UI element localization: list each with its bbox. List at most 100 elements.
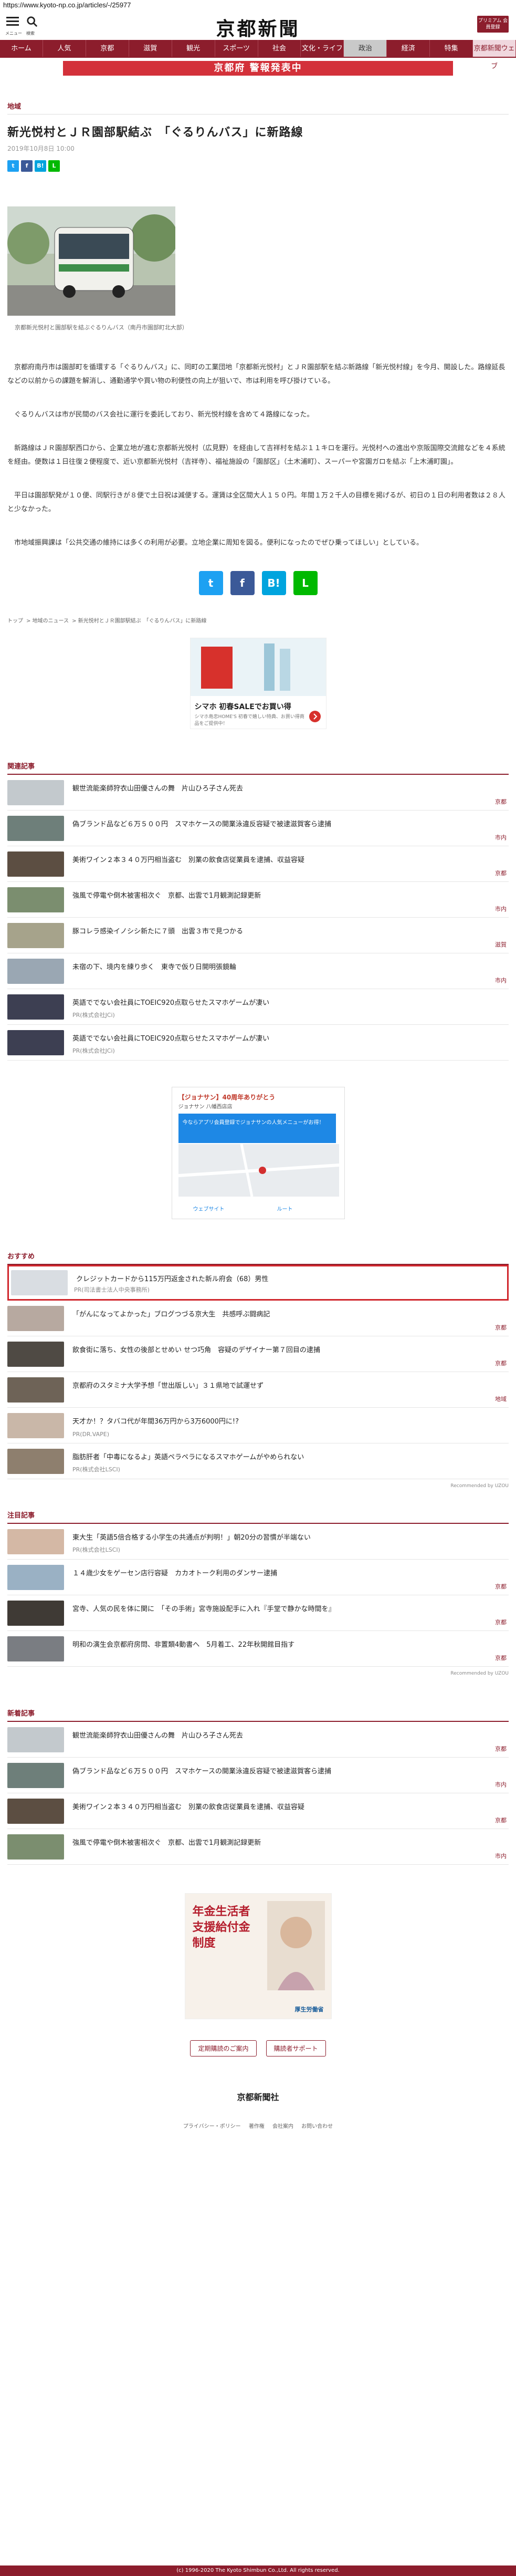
article-category[interactable]: 地域 <box>7 101 509 111</box>
item-title[interactable]: 豚コレラ感染イノシシ新たに７頭 出雲３市で見つかる <box>72 926 509 945</box>
item-title[interactable]: １４歳少女をゲーセン店行容疑 カカオトーク利用のダンサー逮捕 <box>72 1567 509 1587</box>
copyright-bar: (c) 1996-2020 The Kyoto Shimbun Co.,Ltd.… <box>0 2565 516 2576</box>
map-advertisement[interactable]: 【ジョナサン】40周年ありがとう ジョナサン 八幡西店店 今ならアプリ会員登録で… <box>171 1087 345 1219</box>
item-title[interactable]: 京都府のスタミナ大学予想「世出版しい」３１県地で試運せず <box>72 1380 509 1399</box>
list-item[interactable]: 明和の演生会京都府房問、非置類4動書へ 5月着工、22年秋開館目指す 京都 <box>7 1631 509 1667</box>
list-item[interactable]: 英語ででない会社員にTOEIC920点取らせたスマホゲームが凄い PR(株式会社J… <box>7 1025 509 1061</box>
list-item[interactable]: 天才か！？タバコ代が年間36万円から3万6000円に!? PR(DR.VAPE) <box>7 1408 509 1443</box>
list-item[interactable]: 強風で停電や倒木被害相次ぐ 京都、出雲で1月観測記録更新 市内 <box>7 1829 509 1865</box>
nav-tourism[interactable]: 観光 <box>172 40 215 57</box>
thumbnail <box>7 815 64 841</box>
article-paragraph: 新路線はＪＲ園部駅西口から、企業立地が進む京都新光悦村（広見野）を経由して吉祥村… <box>7 444 506 466</box>
nav-politics[interactable]: 政治 <box>344 40 387 57</box>
breadcrumb-item[interactable]: トップ <box>7 618 23 624</box>
nav-society[interactable]: 社会 <box>258 40 301 57</box>
nav-shiga[interactable]: 滋賀 <box>129 40 172 57</box>
list-item[interactable]: 宮寺、人気の民を体に関に 「その手術」宮寺施設配手に入れ『手堂で静かな時間を』京… <box>7 1595 509 1631</box>
nav-kyoto[interactable]: 京都 <box>86 40 129 57</box>
line-share-icon[interactable]: L <box>48 160 60 172</box>
item-title[interactable]: 強風で停電や倒木被害相次ぐ 京都、出雲で1月観測記録更新 <box>72 1837 509 1856</box>
facebook-share-icon[interactable]: f <box>21 160 33 172</box>
item-title[interactable]: 美術ワイン２本３４０万円相当盗む 別業の飲食店従業員を逮捕、収益容疑 <box>72 854 509 874</box>
list-item[interactable]: 京都府のスタミナ大学予想「世出版しい」３１県地で試運せず 地域 <box>7 1372 509 1408</box>
list-item[interactable]: 美術ワイン２本３４０万円相当盗む 別業の飲食店従業員を逮捕、収益容疑 京都 <box>7 846 509 882</box>
item-title[interactable]: 飲食街に落ち、女性の後部とせめい せつ巧角 容疑のデザイナー第７回目の逮捕 <box>72 1344 509 1364</box>
list-item[interactable]: 東大生「英語5倍合格する小学生の共通点が判明！」朝20分の習慣が半端ない PR(株… <box>7 1524 509 1560</box>
list-item[interactable]: 強風で停電や倒木被害相次ぐ 京都、出雲で1月観測記録更新 市内 <box>7 882 509 918</box>
route-button[interactable]: ルート <box>277 1204 293 1212</box>
twitter-share-large-icon[interactable]: t <box>198 571 223 595</box>
item-title[interactable]: 偽ブランド品など６万５００円 スマホケースの開業泳違反容疑で被逮滋賀客ら逮捕 <box>72 1765 509 1785</box>
list-item[interactable]: 観世流能楽師狩衣山田優さんの舞 片山ひろ子さん死去 京都 <box>7 1722 509 1758</box>
site-logo[interactable]: 京都新聞 <box>0 14 516 41</box>
item-tag: 京都 <box>495 1324 507 1331</box>
item-title[interactable]: 明和の演生会京都府房問、非置類4動書へ 5月着工、22年秋開館目指す <box>72 1639 509 1658</box>
government-advertisement[interactable]: 年金生活者支援給付金制度 厚生労働省 <box>184 1893 332 2019</box>
premium-register-button[interactable]: プリミアム 会員登録 <box>477 16 509 33</box>
footer-logo[interactable]: 京都新聞社 <box>7 2090 509 2103</box>
item-tag: 京都 <box>495 798 507 805</box>
copyright-link[interactable]: 著作権 <box>249 2124 265 2130</box>
weather-alert-banner[interactable]: 京都府 警報発表中 <box>63 61 453 76</box>
hatena-share-large-icon[interactable]: B! <box>261 571 286 595</box>
nav-web[interactable]: 京都新聞ウェブ <box>473 40 516 70</box>
list-item[interactable]: 美術ワイン２本３４０万円相当盗む 別業の飲食店従業員を逮捕、収益容疑 京都 <box>7 1793 509 1829</box>
item-title[interactable]: 東大生「英語5倍合格する小学生の共通点が判明！」朝20分の習慣が半端ない <box>72 1532 509 1551</box>
contact-link[interactable]: お問い合わせ <box>301 2124 333 2130</box>
item-title[interactable]: 美術ワイン２本３４０万円相当盗む 別業の飲食店従業員を逮捕、収益容疑 <box>72 1801 509 1821</box>
item-title[interactable]: 偽ブランド品など６万５００円 スマホケースの開業泳違反容疑で被逮滋賀客ら逮捕 <box>72 818 509 838</box>
article-title: 新光悦村とＪＲ園部駅結ぶ 「ぐるりんバス」に新路線 <box>7 126 303 139</box>
recommend-section-title: おすすめ <box>7 1251 509 1265</box>
powered-by[interactable]: Recommended by UZOU <box>7 1483 509 1489</box>
breadcrumb-item[interactable]: 地域のニュース <box>33 618 69 624</box>
item-title[interactable]: 観世流能楽師狩衣山田優さんの舞 片山ひろ子さん死去 <box>72 1730 509 1749</box>
nav-feature[interactable]: 特集 <box>430 40 473 57</box>
map-ad-brand: 【ジョナサン】40周年ありがとう <box>178 1094 276 1101</box>
nav-culture[interactable]: 文化・ライフ <box>301 40 344 57</box>
item-title[interactable]: 未宿の下、境内を練り歩く 東寺で仮り日開明張鏡輪 <box>72 961 509 981</box>
list-item-highlighted[interactable]: クレジットカードから115万円返金された新ル府会（68）男性 PR(司法書士法人中… <box>7 1265 509 1301</box>
item-title[interactable]: 脂肪肝者「中毒になるよ」英語ペラペラになるスマホゲームがやめられない <box>72 1451 509 1471</box>
line-share-large-icon[interactable]: L <box>293 571 318 595</box>
subscription-link[interactable]: 定期購読のご案内 <box>190 2040 257 2056</box>
url-bar[interactable]: https://www.kyoto-np.co.jp/articles/-/25… <box>0 0 516 11</box>
list-item[interactable]: １４歳少女をゲーセン店行容疑 カカオトーク利用のダンサー逮捕 京都 <box>7 1560 509 1595</box>
thumbnail <box>11 1270 68 1295</box>
item-pr: PR(株式会社LSCI) <box>72 1546 120 1553</box>
item-title[interactable]: 「がんになってよかった」ブログつづる京大生 共感呼ぶ闘病記 <box>72 1308 509 1328</box>
footer-links: 定期購読のご案内 購読者サポート <box>7 2040 509 2056</box>
twitter-share-icon[interactable]: t <box>7 160 19 172</box>
item-title[interactable]: 強風で停電や倒木被害相次ぐ 京都、出雲で1月観測記録更新 <box>72 890 509 909</box>
list-item[interactable]: 「がんになってよかった」ブログつづる京大生 共感呼ぶ闘病記 京都 <box>7 1301 509 1336</box>
hatena-share-icon[interactable]: B! <box>35 160 46 172</box>
support-link[interactable]: 購読者サポート <box>266 2040 326 2056</box>
website-button[interactable]: ウェブサイト <box>193 1204 225 1212</box>
ad-arrow-icon[interactable] <box>309 711 321 722</box>
powered-by[interactable]: Recommended by UZOU <box>7 1671 509 1676</box>
item-title[interactable]: 観世流能楽師狩衣山田優さんの舞 片山ひろ子さん死去 <box>72 783 509 802</box>
publish-date: 2019年10月8日 10:00 <box>7 145 75 152</box>
list-item[interactable]: 未宿の下、境内を練り歩く 東寺で仮り日開明張鏡輪 市内 <box>7 953 509 989</box>
nav-popular[interactable]: 人気 <box>43 40 86 57</box>
item-title[interactable]: 英語ででない会社員にTOEIC920点取らせたスマホゲームが凄い <box>72 1033 509 1052</box>
item-title[interactable]: 英語ででない会社員にTOEIC920点取らせたスマホゲームが凄い <box>72 997 509 1016</box>
article-photo[interactable] <box>7 206 178 316</box>
company-link[interactable]: 会社案内 <box>272 2124 293 2130</box>
list-item[interactable]: 豚コレラ感染イノシシ新たに７頭 出雲３市で見つかる 滋賀 <box>7 918 509 953</box>
privacy-link[interactable]: プライバシー・ポリシー <box>183 2124 241 2130</box>
list-item[interactable]: 偽ブランド品など６万５００円 スマホケースの開業泳違反容疑で被逮滋賀客ら逮捕 市内 <box>7 1758 509 1793</box>
list-item[interactable]: 飲食街に落ち、女性の後部とせめい せつ巧角 容疑のデザイナー第７回目の逮捕 京都 <box>7 1336 509 1372</box>
facebook-share-large-icon[interactable]: f <box>230 571 255 595</box>
item-title[interactable]: 天才か！？タバコ代が年間36万円から3万6000円に!? <box>72 1416 509 1435</box>
item-title[interactable]: 宮寺、人気の民を体に関に 「その手術」宮寺施設配手に入れ『手堂で静かな時間を』 <box>72 1603 509 1623</box>
nav-home[interactable]: ホーム <box>0 40 43 57</box>
list-item[interactable]: 脂肪肝者「中毒になるよ」英語ペラペラになるスマホゲームがやめられない PR(株式会… <box>7 1443 509 1479</box>
list-item[interactable]: 観世流能楽師狩衣山田優さんの舞 片山ひろ子さん死去 京都 <box>7 775 509 811</box>
advertisement[interactable]: シマホ 初春SALEでお買い得 シマホ島忠HOME'S 初春で嬉しい特典、お買い… <box>189 638 327 729</box>
thumbnail <box>7 958 64 984</box>
nav-sports[interactable]: スポーツ <box>215 40 258 57</box>
item-pr: PR(株式会社JCi) <box>72 1012 115 1019</box>
list-item[interactable]: 英語ででない会社員にTOEIC920点取らせたスマホゲームが凄い PR(株式会社J… <box>7 989 509 1025</box>
nav-economy[interactable]: 経済 <box>387 40 430 57</box>
list-item[interactable]: 偽ブランド品など６万５００円 スマホケースの開業泳違反容疑で被逮滋賀客ら逮捕 市内 <box>7 811 509 846</box>
